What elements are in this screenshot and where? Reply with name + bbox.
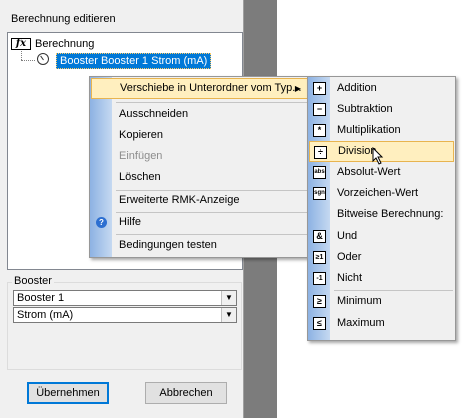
fx-icon: fx — [11, 38, 31, 50]
minus-icon: − — [313, 103, 326, 116]
submenu-item-label: Bitweise Berechnung: — [337, 208, 444, 220]
plus-icon: + — [313, 82, 326, 95]
submenu-item-minimum[interactable]: ≥ Minimum — [309, 291, 454, 312]
min-icon: ≥ — [313, 295, 326, 308]
submenu-item-sign[interactable]: sgn Vorzeichen-Wert — [309, 183, 454, 204]
submenu: + Addition − Subtraktion * Multiplikatio… — [307, 76, 456, 341]
menu-item-label: Ausschneiden — [119, 108, 189, 120]
menu-item-extended-rmk[interactable]: Erweiterte RMK-Anzeige — [91, 190, 308, 211]
submenu-item-label: Maximum — [337, 317, 385, 329]
booster-select[interactable]: Booster 1 ▼ — [13, 290, 237, 306]
menu-item-label: Einfügen — [119, 150, 163, 162]
submenu-item-subtraction[interactable]: − Subtraktion — [309, 99, 454, 120]
cancel-button[interactable]: Abbrechen — [145, 382, 227, 404]
apply-button[interactable]: Übernehmen — [27, 382, 109, 404]
context-menu: Verschiebe in Unterordner vom Typ... ▶ A… — [89, 76, 310, 258]
submenu-item-label: Addition — [337, 82, 377, 94]
menu-item-label: Bedingungen testen — [119, 239, 217, 251]
max-icon: ≤ — [313, 317, 326, 330]
submenu-item-multiplication[interactable]: * Multiplikation — [309, 120, 454, 141]
measurement-select-value: Strom (mA) — [17, 309, 74, 321]
dialog-title: Berechnung editieren — [11, 13, 116, 25]
submenu-item-bitwise-heading: Bitweise Berechnung: — [309, 204, 454, 225]
submenu-item-not[interactable]: -1 Nicht — [309, 268, 454, 289]
chevron-down-icon[interactable]: ▼ — [221, 291, 236, 305]
chevron-down-icon[interactable]: ▼ — [221, 308, 236, 322]
submenu-item-label: Absolut-Wert — [337, 166, 401, 178]
menu-item-help[interactable]: ? Hilfe — [91, 212, 308, 233]
submenu-item-maximum[interactable]: ≤ Maximum — [309, 313, 454, 334]
menu-item-cut[interactable]: Ausschneiden — [91, 104, 308, 125]
menu-item-label: Löschen — [119, 171, 161, 183]
menu-separator — [116, 102, 307, 103]
group-label: Booster — [12, 275, 54, 287]
divide-icon: ÷ — [314, 146, 327, 159]
menu-item-label: Hilfe — [119, 216, 142, 228]
menu-item-paste[interactable]: Einfügen — [91, 146, 308, 167]
submenu-item-and[interactable]: & Und — [309, 226, 454, 247]
booster-select-value: Booster 1 — [17, 292, 65, 304]
tree-root-label: Berechnung — [35, 38, 95, 50]
not-icon: -1 — [313, 272, 326, 285]
and-icon: & — [313, 230, 326, 243]
tree-connector — [21, 60, 35, 61]
abs-icon: abs — [313, 166, 326, 179]
submenu-item-label: Division — [338, 145, 377, 157]
menu-item-copy[interactable]: Kopieren — [91, 125, 308, 146]
submenu-item-label: Multiplikation — [337, 124, 401, 136]
menu-item-test-conditions[interactable]: Bedingungen testen — [91, 235, 308, 256]
submenu-item-addition[interactable]: + Addition — [309, 78, 454, 99]
submenu-item-label: Vorzeichen-Wert — [337, 187, 419, 199]
multiply-icon: * — [313, 124, 326, 137]
tree-root-item[interactable]: fx Berechnung — [11, 37, 94, 51]
menu-item-label: Verschiebe in Unterordner vom Typ... — [120, 82, 302, 94]
menu-item-move-to-subfolder[interactable]: Verschiebe in Unterordner vom Typ... ▶ — [91, 78, 308, 99]
tree-connector — [21, 51, 22, 60]
help-icon: ? — [96, 217, 107, 228]
menu-item-label: Erweiterte RMK-Anzeige — [119, 194, 240, 206]
tree-child-item[interactable]: Booster Booster 1 Strom (mA) — [56, 53, 212, 69]
measurement-select[interactable]: Strom (mA) ▼ — [13, 307, 237, 323]
submenu-item-label: Subtraktion — [337, 103, 393, 115]
sign-icon: sgn — [313, 187, 326, 200]
submenu-item-label: Nicht — [337, 272, 363, 284]
submenu-item-absolute[interactable]: abs Absolut-Wert — [309, 162, 454, 183]
menu-item-label: Kopieren — [119, 129, 164, 141]
submenu-arrow-icon: ▶ — [294, 84, 301, 93]
submenu-item-label: Und — [337, 230, 358, 242]
mouse-cursor-icon — [372, 147, 384, 165]
menu-item-delete[interactable]: Löschen — [91, 167, 308, 188]
submenu-item-or[interactable]: ≥1 Oder — [309, 247, 454, 268]
submenu-item-label: Oder — [337, 251, 362, 263]
gauge-icon — [37, 53, 49, 65]
submenu-item-label: Minimum — [337, 295, 382, 307]
or-icon: ≥1 — [313, 251, 326, 264]
